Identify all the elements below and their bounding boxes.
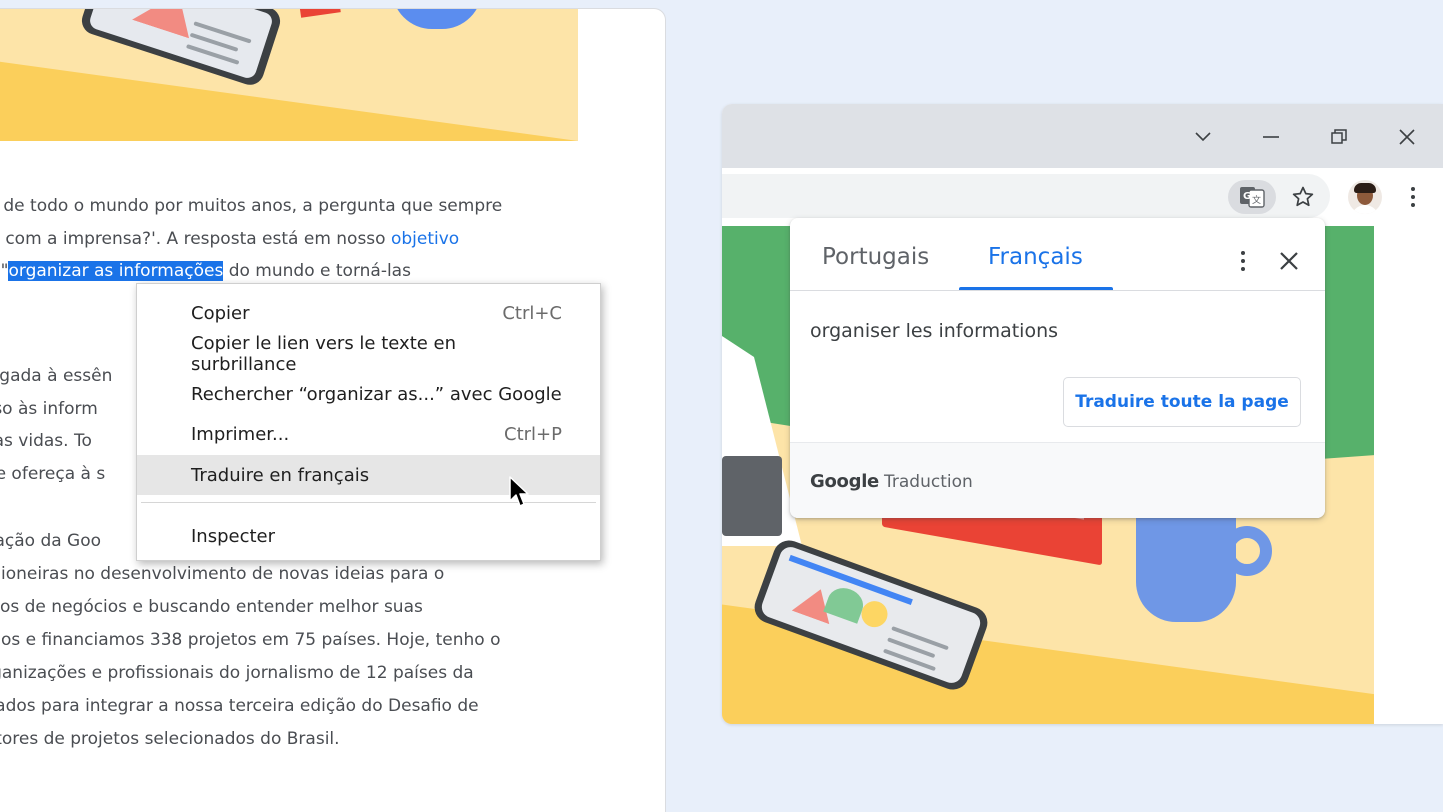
article-paragraph-2: e ligada à essên esso às inform suas vid… (0, 360, 112, 490)
more-vert-icon[interactable] (1402, 182, 1424, 212)
phone-screen (87, 9, 275, 81)
objetivo-link[interactable]: objetivo (391, 229, 459, 249)
article-line: n pioneiras no desenvolvimento de novas … (0, 564, 445, 584)
avatar-shirt (1351, 205, 1379, 214)
menu-item-label: Copier le lien vers le texte en surbrill… (191, 333, 457, 375)
bubble-footer: Google Traduction (790, 442, 1325, 518)
svg-text:G: G (1243, 191, 1251, 202)
menu-item-shortcut: Ctrl+C (502, 302, 562, 324)
menu-item-translate[interactable]: Traduire en français (137, 455, 600, 495)
mug-illustration (1136, 512, 1236, 622)
google-logo: Google (810, 471, 879, 492)
tab-french[interactable]: Français (988, 244, 1083, 270)
article-line: organizações e profissionais do jornalis… (0, 663, 474, 683)
article-text: lha com a imprensa?'. A resposta está em… (0, 228, 391, 249)
selected-text[interactable]: organizar as informações (8, 261, 224, 281)
star-icon[interactable] (1288, 182, 1318, 212)
menu-item-label: Copier (191, 302, 250, 324)
article-line: e ligada à essên (0, 366, 113, 386)
menu-item-inspect[interactable]: Inspecter (137, 516, 600, 556)
avatar-hair (1354, 183, 1376, 193)
svg-text:文: 文 (1252, 194, 1261, 206)
phone-illustration (78, 9, 284, 89)
article-line: delos de negócios e buscando entender me… (0, 597, 423, 617)
restore-icon[interactable] (1324, 122, 1354, 152)
close-icon[interactable] (1392, 122, 1422, 152)
menu-item-search-google[interactable]: Rechercher “organizar as...” avec Google (137, 374, 600, 414)
more-vert-icon[interactable] (1234, 248, 1252, 274)
article-line: suas vidas. To (0, 431, 92, 451)
context-menu: Copier Ctrl+C Copier le lien vers le tex… (136, 283, 601, 561)
tab-divider (790, 290, 1325, 291)
printer-illustration (722, 456, 782, 536)
menu-item-label: Inspecter (191, 525, 276, 547)
translate-icon[interactable]: G 文 (1228, 180, 1276, 214)
screen-line (891, 626, 949, 651)
mouse-cursor-icon (509, 476, 529, 507)
menu-item-copy[interactable]: Copier Ctrl+C (137, 293, 600, 333)
mug-illustration (392, 9, 482, 29)
article-text: los de todo o mundo por muitos anos, a p… (0, 196, 503, 216)
chevron-down-icon[interactable] (1188, 122, 1218, 152)
close-icon[interactable] (1276, 248, 1302, 274)
article-line: esso às inform (0, 398, 98, 419)
article-line: los de todo o mundo por muitos anos, a p… (0, 190, 594, 223)
article-paragraph-1: los de todo o mundo por muitos anos, a p… (0, 190, 594, 288)
menu-item-label: Rechercher “organizar as...” avec Google (191, 383, 562, 405)
menu-item-label: Imprimer... (191, 423, 290, 445)
translate-bubble: Portugais Français organiser les informa… (790, 218, 1325, 518)
article-line: amos e financiamos 338 projetos em 75 pa… (0, 630, 501, 650)
tab-portuguese[interactable]: Portugais (822, 244, 929, 270)
title-bar (722, 104, 1443, 168)
translated-text: organiser les informations (810, 320, 1059, 342)
hero-illustration (0, 9, 578, 141)
article-text: do mundo e torná-las (223, 261, 411, 281)
menu-item-label: Traduire en français (191, 464, 370, 486)
article-line: onados para integrar a nossa terceira ed… (0, 696, 479, 716)
red-object (299, 9, 341, 18)
menu-item-copy-link-highlight[interactable]: Copier le lien vers le texte en surbrill… (137, 333, 600, 375)
translate-page-button[interactable]: Traduire toute la page (1063, 377, 1301, 427)
avatar[interactable] (1348, 180, 1382, 214)
article-line: que ofereça à s (0, 463, 106, 484)
menu-item-print[interactable]: Imprimer... Ctrl+P (137, 414, 600, 454)
article-line: autores de projetos selecionados do Bras… (0, 729, 340, 749)
translate-product-name: Traduction (883, 472, 973, 492)
menu-item-shortcut: Ctrl+P (504, 423, 562, 445)
article-line: lha com a imprensa?'. A resposta está em… (0, 223, 594, 256)
minimize-icon[interactable] (1256, 122, 1286, 152)
google-translate-brand: Google Traduction (810, 471, 973, 492)
